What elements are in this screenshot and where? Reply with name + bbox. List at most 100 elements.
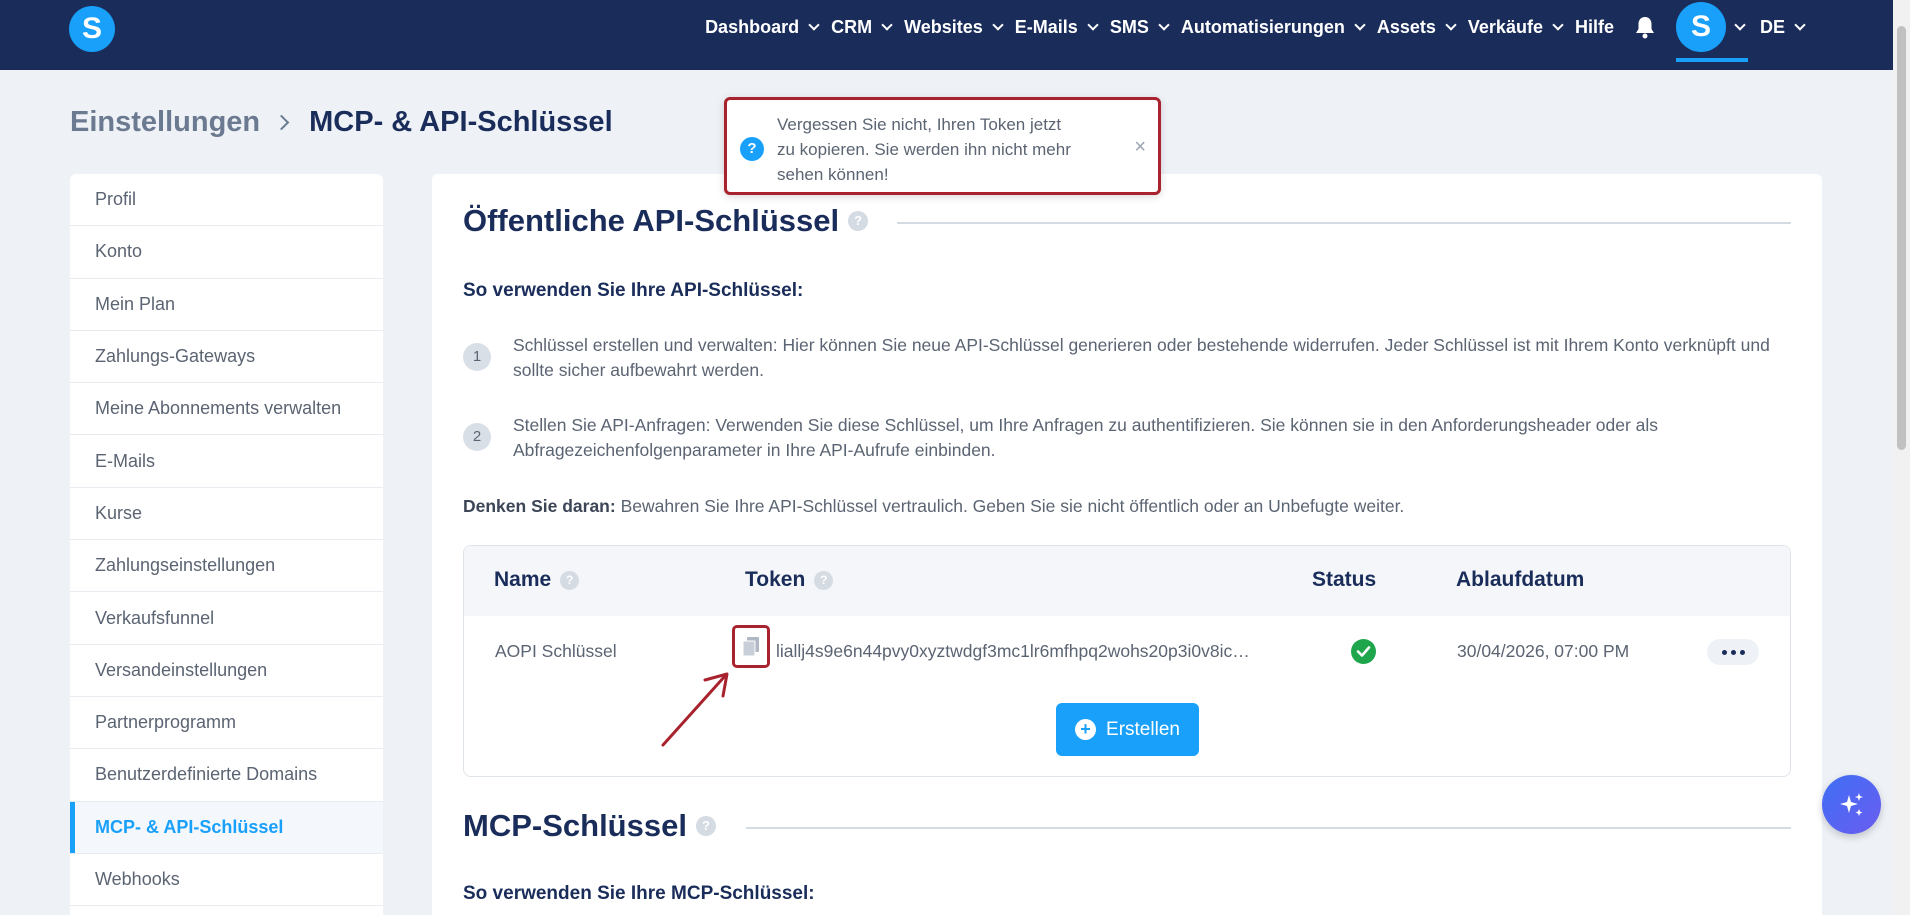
step-1: 1 Schlüssel erstellen und verwalten: Hie… bbox=[463, 333, 1803, 383]
nav-item-verkaeufe[interactable]: Verkäufe bbox=[1467, 16, 1564, 38]
nav-menu: Dashboard CRM Websites E-Mails SMS Autom… bbox=[692, 0, 1806, 62]
page-title: MCP- & API-Schlüssel bbox=[309, 106, 613, 138]
chevron-down-icon bbox=[1087, 18, 1099, 31]
dot bbox=[1730, 649, 1736, 655]
copy-icon bbox=[743, 637, 759, 656]
row-actions-button[interactable] bbox=[1707, 639, 1759, 665]
top-navigation: S Dashboard CRM Websites E-Mails SMS Aut… bbox=[0, 0, 1893, 70]
reminder-label: Denken Sie daran: bbox=[463, 496, 616, 516]
key-name: AOPI Schlüssel bbox=[495, 641, 617, 661]
active-indicator bbox=[1675, 58, 1748, 62]
nav-item-emails[interactable]: E-Mails bbox=[1014, 16, 1099, 38]
dot bbox=[1721, 649, 1727, 655]
section-title-text: Öffentliche API-Schlüssel bbox=[463, 203, 840, 238]
ai-assistant-button[interactable] bbox=[1822, 775, 1881, 834]
help-icon[interactable]: ? bbox=[848, 211, 869, 231]
chevron-down-icon bbox=[1354, 18, 1366, 31]
sparkles-icon bbox=[1839, 792, 1863, 816]
sidebar-item-kurse[interactable]: Kurse bbox=[70, 488, 383, 541]
help-icon[interactable]: ? bbox=[695, 816, 716, 836]
step-number: 2 bbox=[463, 423, 491, 451]
nav-item-assets[interactable]: Assets bbox=[1376, 16, 1457, 38]
settings-sidebar: Profil Konto Mein Plan Zahlungs-Gateways… bbox=[70, 174, 383, 915]
sidebar-item-versandeinstellungen[interactable]: Versandeinstellungen bbox=[70, 645, 383, 697]
plus-circle-icon: + bbox=[1075, 719, 1097, 740]
header-label: Token bbox=[745, 568, 806, 591]
sidebar-item-mein-plan[interactable]: Mein Plan bbox=[70, 279, 383, 331]
nav-label: Websites bbox=[904, 16, 983, 37]
nav-label: SMS bbox=[1109, 16, 1149, 37]
chevron-down-icon bbox=[1734, 18, 1746, 31]
table-header: Name? Token? Status Ablaufdatum bbox=[464, 546, 1790, 616]
sidebar-item-verkaufsfunnel[interactable]: Verkaufsfunnel bbox=[70, 592, 383, 645]
sidebar-item-zahlungseinstellungen[interactable]: Zahlungseinstellungen bbox=[70, 540, 383, 593]
api-section-title: Öffentliche API-Schlüssel ? bbox=[463, 203, 869, 239]
sidebar-item-domains[interactable]: Benutzerdefinierte Domains bbox=[70, 749, 383, 802]
nav-item-hilfe[interactable]: Hilfe bbox=[1575, 17, 1614, 38]
expiry-date: 30/04/2026, 07:00 PM bbox=[1457, 641, 1630, 661]
nav-item-crm[interactable]: CRM bbox=[831, 17, 893, 38]
sidebar-item-zahlungs-gateways[interactable]: Zahlungs-Gateways bbox=[70, 331, 383, 384]
app-logo[interactable]: S bbox=[69, 6, 115, 52]
chevron-down-icon bbox=[1794, 18, 1806, 31]
sidebar-item-api-keys[interactable]: MCP- & API-Schlüssel bbox=[70, 801, 383, 854]
nav-item-websites[interactable]: Websites bbox=[904, 16, 1004, 38]
nav-label: Dashboard bbox=[705, 16, 800, 37]
sidebar-item-abonnements[interactable]: Meine Abonnements verwalten bbox=[70, 383, 383, 436]
divider bbox=[897, 222, 1791, 224]
help-icon[interactable]: ? bbox=[814, 570, 834, 590]
breadcrumb-parent[interactable]: Einstellungen bbox=[70, 106, 260, 139]
page-scrollbar[interactable] bbox=[1893, 0, 1910, 915]
column-header-expiry: Ablaufdatum bbox=[1456, 568, 1585, 591]
header-label: Name bbox=[494, 568, 552, 591]
chevron-down-icon bbox=[808, 18, 820, 31]
nav-label: E-Mails bbox=[1014, 16, 1078, 37]
copy-token-button[interactable] bbox=[732, 625, 770, 668]
divider bbox=[746, 827, 1791, 829]
create-key-button[interactable]: + Erstellen bbox=[1056, 703, 1199, 756]
nav-label: Hilfe bbox=[1574, 16, 1614, 37]
language-selector[interactable]: DE bbox=[1759, 16, 1806, 38]
button-label: Erstellen bbox=[1106, 718, 1180, 740]
sidebar-item-partnerprogramm[interactable]: Partnerprogramm bbox=[70, 697, 383, 750]
user-menu[interactable]: S bbox=[1675, 0, 1748, 62]
annotation-arrow bbox=[661, 672, 729, 747]
nav-item-automatisierungen[interactable]: Automatisierungen bbox=[1180, 16, 1366, 38]
bell-icon[interactable] bbox=[1634, 15, 1656, 39]
question-icon: ? bbox=[740, 137, 764, 161]
step-number: 1 bbox=[463, 343, 491, 371]
chevron-down-icon bbox=[881, 18, 893, 31]
chevron-down-icon bbox=[1552, 18, 1564, 31]
column-header-name: Name? bbox=[494, 568, 580, 592]
nav-label: Assets bbox=[1376, 16, 1436, 37]
mcp-section-title: MCP-Schlüssel ? bbox=[463, 808, 716, 844]
chevron-right-icon bbox=[273, 114, 290, 131]
step-2: 2 Stellen Sie API-Anfragen: Verwenden Si… bbox=[463, 413, 1803, 463]
column-header-status: Status bbox=[1312, 568, 1377, 591]
breadcrumb: Einstellungen MCP- & API-Schlüssel bbox=[70, 106, 613, 139]
step-text: Schlüssel erstellen und verwalten: Hier … bbox=[513, 335, 1770, 380]
section-title-text: MCP-Schlüssel bbox=[463, 808, 687, 843]
reminder-note: Denken Sie daran: Bewahren Sie Ihre API-… bbox=[463, 496, 1404, 517]
column-header-token: Token? bbox=[745, 568, 834, 592]
nav-label: Automatisierungen bbox=[1180, 16, 1345, 37]
chevron-down-icon bbox=[992, 18, 1004, 31]
mcp-howto-heading: So verwenden Sie Ihre MCP-Schlüssel: bbox=[463, 883, 815, 904]
sidebar-item-konto[interactable]: Konto bbox=[70, 226, 383, 279]
nav-label: Verkäufe bbox=[1467, 16, 1543, 37]
sidebar-item-emails[interactable]: E-Mails bbox=[70, 435, 383, 488]
help-icon[interactable]: ? bbox=[560, 570, 580, 590]
close-icon[interactable]: × bbox=[1134, 137, 1146, 157]
language-label: DE bbox=[1759, 16, 1785, 37]
toast-message: Vergessen Sie nicht, Ihren Token jetzt z… bbox=[777, 115, 1071, 184]
sidebar-item-webhooks[interactable]: Webhooks bbox=[70, 854, 383, 907]
token-value: liallj4s9e6n44pvy0xyztwdgf3mc1lr6mfhpq2w… bbox=[776, 641, 1250, 661]
nav-item-sms[interactable]: SMS bbox=[1109, 16, 1170, 38]
scrollbar-thumb[interactable] bbox=[1897, 26, 1906, 450]
sidebar-item-profil[interactable]: Profil bbox=[70, 174, 383, 227]
api-howto-heading: So verwenden Sie Ihre API-Schlüssel: bbox=[463, 280, 804, 301]
copy-token-toast: ? Vergessen Sie nicht, Ihren Token jetzt… bbox=[724, 97, 1161, 195]
nav-item-dashboard[interactable]: Dashboard bbox=[705, 16, 820, 38]
status-active-icon bbox=[1351, 639, 1376, 664]
avatar[interactable]: S bbox=[1675, 2, 1726, 52]
